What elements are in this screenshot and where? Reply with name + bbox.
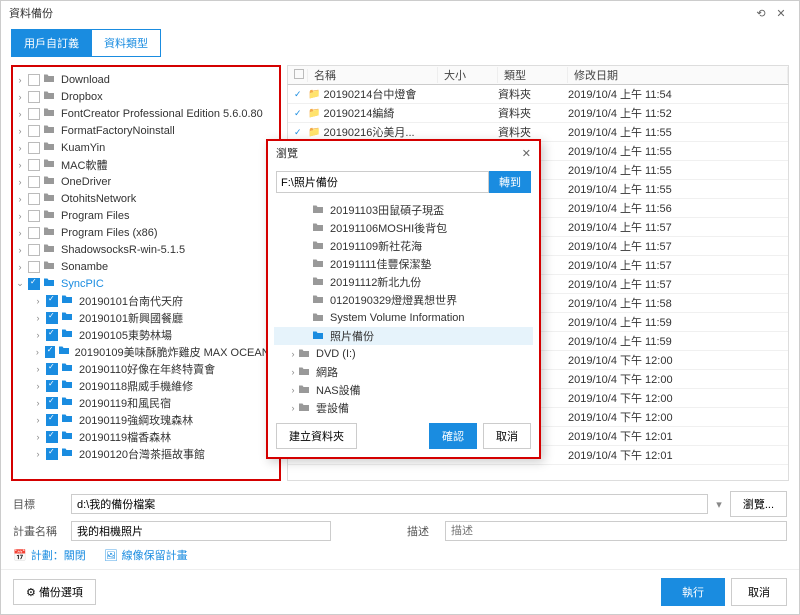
tree-item[interactable]: ›ShadowsocksR-win-5.1.5: [15, 241, 277, 258]
tree-child-item[interactable]: ›20190118鼎威手機維修: [15, 377, 277, 394]
image-icon: 🖼: [104, 549, 118, 562]
tabs: 用戶自訂義資料類型: [1, 25, 799, 57]
col-size[interactable]: 大小: [438, 67, 498, 83]
desc-input[interactable]: [445, 521, 787, 541]
table-row[interactable]: ✓ 📁 20190214台中燈會 資料夾 2019/10/4 上午 11:54: [288, 85, 788, 104]
browse-tree-item[interactable]: › NAS設備: [274, 381, 533, 399]
tree-child-item[interactable]: ›20190120台灣茶摳故事館: [15, 445, 277, 462]
browse-tree-item[interactable]: 20191112新北九份: [274, 273, 533, 291]
target-label: 目標: [13, 496, 63, 512]
browse-button[interactable]: 瀏覽...: [730, 491, 787, 517]
browse-tree-item[interactable]: 照片備份: [274, 327, 533, 345]
tree-child-item[interactable]: ›20190109美味酥脆炸雞皮 MAX OCEANS: [15, 343, 277, 360]
retention-link[interactable]: 🖼線像保留計畫: [104, 547, 188, 563]
window-title: 資料備份: [9, 5, 751, 21]
tree-item[interactable]: ›KuamYin: [15, 139, 277, 156]
browse-tree-item[interactable]: 20191103田鼠碩子現盃: [274, 201, 533, 219]
table-row[interactable]: ✓ 📁 20190214編綺 資料夾 2019/10/4 上午 11:52: [288, 104, 788, 123]
tree-item-expanded[interactable]: ⌄SyncPIC: [15, 275, 277, 292]
col-date[interactable]: 修改日期: [568, 67, 788, 83]
tree-item[interactable]: ›OtohitsNetwork: [15, 190, 277, 207]
dialog-close-icon[interactable]: ✕: [522, 147, 531, 160]
tree-item[interactable]: ›Program Files: [15, 207, 277, 224]
restore-icon[interactable]: ⟲: [751, 7, 771, 20]
tree-item[interactable]: ›Download: [15, 71, 277, 88]
path-input[interactable]: [276, 171, 489, 193]
plan-name-input[interactable]: [71, 521, 331, 541]
browse-tree-item[interactable]: › DVD (I:): [274, 345, 533, 363]
tree-item[interactable]: ›FontCreator Professional Edition 5.6.0.…: [15, 105, 277, 122]
tree-child-item[interactable]: ›20190101新興國餐廳: [15, 309, 277, 326]
browse-tree-item[interactable]: System Volume Information: [274, 309, 533, 327]
tab-type[interactable]: 資料類型: [92, 29, 161, 57]
browse-tree-item[interactable]: › 網路: [274, 363, 533, 381]
plan-label: 計畫名稱: [13, 523, 63, 539]
browse-tree-item[interactable]: 20191111佳豐保潔墊: [274, 255, 533, 273]
tab-custom[interactable]: 用戶自訂義: [11, 29, 92, 57]
schedule-link[interactable]: 📅計劃：關閉: [13, 547, 86, 563]
tree-child-item[interactable]: ›20190119檔香森林: [15, 428, 277, 445]
tree-item[interactable]: ›FormatFactoryNoinstall: [15, 122, 277, 139]
tree-item[interactable]: ›OneDriver: [15, 173, 277, 190]
browse-tree-item[interactable]: › 雲設備: [274, 399, 533, 415]
dialog-cancel-button[interactable]: 取消: [483, 423, 531, 449]
backup-options-button[interactable]: ⚙ 備份選項: [13, 579, 96, 605]
col-name[interactable]: 名稱: [308, 67, 438, 83]
calendar-icon: 📅: [13, 549, 27, 562]
tree-item[interactable]: ›Program Files (x86): [15, 224, 277, 241]
tree-child-item[interactable]: ›20190119強綱玫瑰森林: [15, 411, 277, 428]
new-folder-button[interactable]: 建立資料夾: [276, 423, 357, 449]
desc-label: 描述: [407, 523, 437, 539]
tree-item[interactable]: ›Sonambe: [15, 258, 277, 275]
titlebar: 資料備份 ⟲ ✕: [1, 1, 799, 25]
cancel-button[interactable]: 取消: [731, 578, 787, 606]
tree-child-item[interactable]: ›20190119和風民宿: [15, 394, 277, 411]
close-icon[interactable]: ✕: [771, 7, 791, 20]
tree-item[interactable]: ›Dropbox: [15, 88, 277, 105]
form-area: 目標 ▾ 瀏覽... 計畫名稱 描述 📅計劃：關閉 🖼線像保留計畫: [1, 481, 799, 569]
tree-child-item[interactable]: ›20190110好像在年終特賣會: [15, 360, 277, 377]
source-tree-panel: ›Download›Dropbox›FontCreator Profession…: [11, 65, 281, 481]
gear-icon: ⚙: [26, 587, 36, 599]
browse-tree-item[interactable]: 0120190329燈燈異想世界: [274, 291, 533, 309]
target-input[interactable]: [71, 494, 708, 514]
tree-child-item[interactable]: ›20190105東勢林場: [15, 326, 277, 343]
go-button[interactable]: 轉到: [489, 171, 531, 193]
run-button[interactable]: 執行: [661, 578, 725, 606]
tree-child-item[interactable]: ›20190101台南代天府: [15, 292, 277, 309]
browse-tree-item[interactable]: 20191106MOSHI後背包: [274, 219, 533, 237]
browse-dialog: 瀏覽 ✕ 轉到 20191103田鼠碩子現盃 20191106MOSHI後背包 …: [266, 139, 541, 459]
browse-tree-item[interactable]: 20191109新社花海: [274, 237, 533, 255]
col-type[interactable]: 類型: [498, 67, 568, 83]
dialog-title: 瀏覽: [276, 145, 522, 161]
ok-button[interactable]: 確認: [429, 423, 477, 449]
tree-item[interactable]: ›MAC軟體: [15, 156, 277, 173]
table-header: 名稱 大小 類型 修改日期: [287, 65, 789, 85]
